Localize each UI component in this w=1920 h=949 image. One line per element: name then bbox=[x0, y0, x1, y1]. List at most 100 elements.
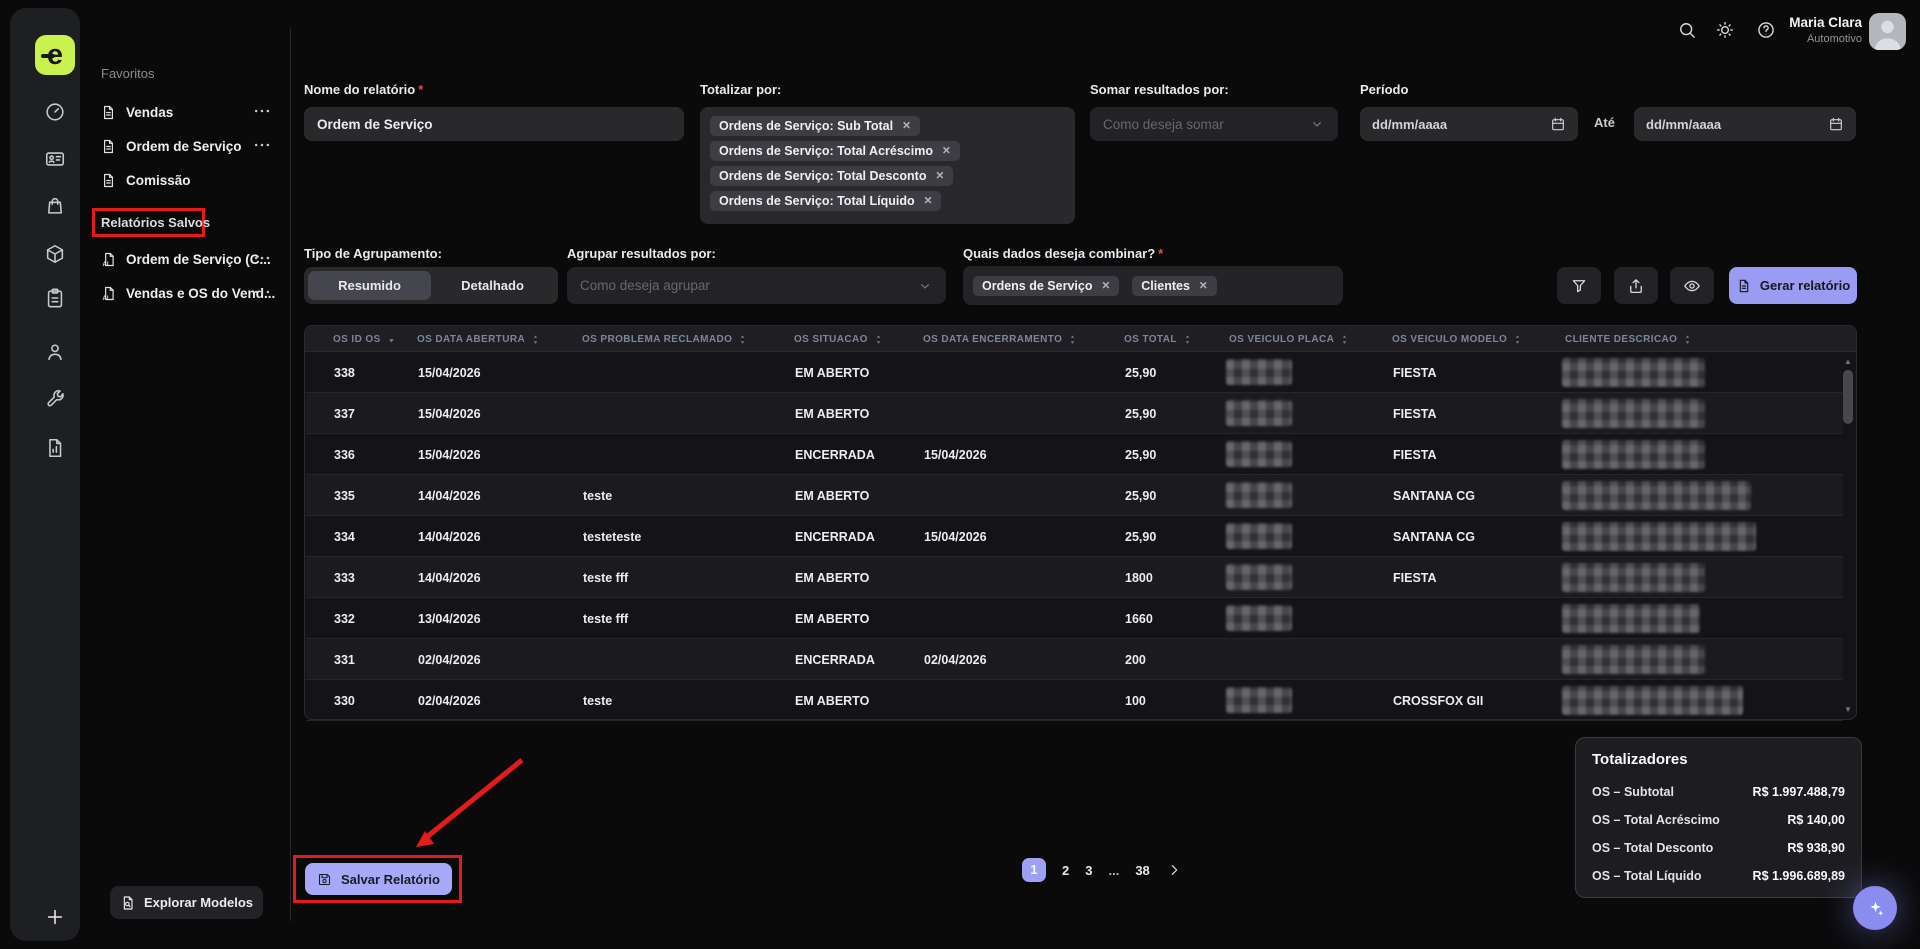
add-button[interactable] bbox=[44, 906, 66, 928]
pagination-ellipsis: ... bbox=[1108, 863, 1119, 878]
item-menu-button[interactable] bbox=[252, 135, 274, 157]
column-header[interactable]: OS TOTAL bbox=[1124, 326, 1194, 352]
column-header[interactable]: CLIENTE DESCRICAO bbox=[1565, 326, 1694, 352]
plus-icon bbox=[44, 906, 66, 928]
redacted-customer bbox=[1562, 481, 1751, 510]
column-header[interactable]: OS DATA ENCERRAMENTO bbox=[923, 326, 1079, 352]
remove-tag-icon[interactable]: ✕ bbox=[1199, 280, 1208, 292]
table-row[interactable]: 33314/04/2026teste fffEM ABERTO1800FIEST… bbox=[306, 557, 1843, 598]
export-button[interactable] bbox=[1614, 267, 1658, 304]
column-header-label: OS DATA ABERTURA bbox=[417, 334, 525, 345]
selected-option-tag[interactable]: Clientes✕ bbox=[1132, 276, 1216, 296]
item-menu-button[interactable] bbox=[252, 282, 274, 304]
combine-multiselect[interactable]: Ordens de Serviço✕ Clientes✕ bbox=[963, 266, 1343, 305]
table-cell: 335 bbox=[334, 475, 355, 516]
rail-nav-wrench[interactable] bbox=[44, 388, 66, 410]
redacted-customer bbox=[1562, 645, 1705, 674]
tag-label: Ordens de Serviço: Total Desconto bbox=[719, 169, 926, 183]
table-cell: FIESTA bbox=[1393, 393, 1437, 434]
calendar-icon[interactable] bbox=[1828, 116, 1844, 132]
sort-icon bbox=[1681, 333, 1694, 346]
period-from-input[interactable]: dd/mm/aaaa bbox=[1360, 107, 1578, 141]
explore-templates-button[interactable]: Explorar Modelos bbox=[110, 886, 263, 919]
column-header-label: OS VEICULO PLACA bbox=[1229, 334, 1334, 345]
scroll-down-icon[interactable]: ▼ bbox=[1843, 704, 1853, 716]
selected-option-tag[interactable]: Ordens de Serviço: Sub Total ✕ bbox=[710, 116, 920, 136]
totalize-multiselect[interactable]: Ordens de Serviço: Sub Total✕Ordens de S… bbox=[700, 107, 1075, 224]
avatar[interactable] bbox=[1869, 13, 1906, 50]
document-search-icon bbox=[120, 895, 136, 911]
selected-option-tag[interactable]: Ordens de Serviço: Total Líquido✕ bbox=[710, 191, 941, 211]
grouping-option-detailed[interactable]: Detalhado bbox=[431, 271, 554, 300]
document-icon bbox=[1736, 278, 1752, 294]
table-cell: teste fff bbox=[583, 598, 628, 639]
rail-nav-person[interactable] bbox=[44, 341, 66, 363]
pagination-page[interactable]: 1 bbox=[1022, 858, 1046, 882]
table-cell: 25,90 bbox=[1125, 434, 1156, 475]
remove-tag-icon[interactable]: ✕ bbox=[902, 120, 911, 132]
selected-option-tag[interactable]: Ordens de Serviço: Total Desconto ✕ bbox=[710, 166, 953, 186]
pagination-page[interactable]: 3 bbox=[1085, 863, 1092, 878]
generate-report-button[interactable]: Gerar relatório bbox=[1729, 267, 1857, 304]
filter-button[interactable] bbox=[1557, 267, 1601, 304]
rail-nav-gauge[interactable] bbox=[44, 101, 66, 123]
report-name-input[interactable]: Ordem de Serviço bbox=[304, 107, 684, 141]
tag-label: Ordens de Serviço: Sub Total bbox=[719, 119, 893, 133]
save-report-button[interactable]: Salvar Relatório bbox=[305, 863, 452, 895]
table-row[interactable]: 33815/04/2026EM ABERTO25,90FIESTA bbox=[306, 352, 1843, 393]
sidebar-report-item[interactable]: Comissão bbox=[100, 168, 280, 192]
item-menu-button[interactable] bbox=[252, 101, 274, 123]
column-header[interactable]: OS SITUACAO bbox=[794, 326, 885, 352]
table-row[interactable]: 33102/04/2026ENCERRADA02/04/2026200 bbox=[306, 639, 1843, 680]
table-cell: FIESTA bbox=[1393, 434, 1437, 475]
item-menu-button[interactable] bbox=[252, 248, 274, 270]
remove-tag-icon[interactable]: ✕ bbox=[1101, 280, 1110, 292]
period-to-input[interactable]: dd/mm/aaaa bbox=[1634, 107, 1856, 141]
pagination-page[interactable]: 38 bbox=[1135, 863, 1149, 878]
rail-nav-shopping-bag[interactable] bbox=[44, 195, 66, 217]
table-row[interactable]: 33514/04/2026testeEM ABERTO25,90SANTANA … bbox=[306, 475, 1843, 516]
table-row[interactable]: 33002/04/2026testeEM ABERTO100CROSSFOX G… bbox=[306, 680, 1843, 721]
selected-option-tag[interactable]: Ordens de Serviço: Total Acréscimo✕ bbox=[710, 141, 960, 161]
table-row[interactable]: 33213/04/2026teste fffEM ABERTO1660 bbox=[306, 598, 1843, 639]
table-row[interactable]: 33715/04/2026EM ABERTO25,90FIESTA bbox=[306, 393, 1843, 434]
grouping-toggle: Resumido Detalhado bbox=[304, 267, 558, 304]
document-icon bbox=[100, 172, 117, 189]
rail-nav-package-box[interactable] bbox=[44, 243, 66, 265]
preview-button[interactable] bbox=[1670, 267, 1714, 304]
app-logo[interactable]: e bbox=[35, 35, 75, 75]
table-cell: 334 bbox=[334, 516, 355, 557]
table-row[interactable]: 33615/04/2026ENCERRADA15/04/202625,90FIE… bbox=[306, 434, 1843, 475]
calendar-icon[interactable] bbox=[1550, 116, 1566, 132]
pagination-next-button[interactable] bbox=[1166, 862, 1182, 878]
sort-desc-icon bbox=[385, 333, 398, 346]
table-scrollbar[interactable] bbox=[1843, 370, 1853, 424]
assistant-fab[interactable] bbox=[1853, 886, 1897, 930]
column-header[interactable]: OS PROBLEMA RECLAMADO bbox=[582, 326, 749, 352]
remove-tag-icon[interactable]: ✕ bbox=[935, 170, 944, 182]
rail-nav-clipboard[interactable] bbox=[44, 287, 66, 309]
group-by-select[interactable]: Como deseja agrupar bbox=[567, 267, 946, 304]
totals-row: OS – SubtotalR$ 1.997.488,79 bbox=[1592, 778, 1845, 806]
scroll-up-icon[interactable]: ▲ bbox=[1843, 356, 1853, 368]
rail-nav-id-card[interactable] bbox=[44, 148, 66, 170]
table-cell: EM ABERTO bbox=[795, 598, 869, 639]
table-row[interactable]: 33414/04/2026testetesteENCERRADA15/04/20… bbox=[306, 516, 1843, 557]
sort-icon bbox=[1511, 333, 1524, 346]
remove-tag-icon[interactable]: ✕ bbox=[924, 195, 933, 207]
redacted-customer bbox=[1562, 440, 1705, 469]
table-cell: FIESTA bbox=[1393, 352, 1437, 393]
rail-nav-file-chart[interactable] bbox=[44, 437, 66, 459]
column-header[interactable]: OS DATA ABERTURA bbox=[417, 326, 542, 352]
pagination-page[interactable]: 2 bbox=[1062, 863, 1069, 878]
remove-tag-icon[interactable]: ✕ bbox=[942, 145, 951, 157]
sort-icon bbox=[1338, 333, 1351, 346]
sum-by-select[interactable]: Como deseja somar bbox=[1090, 107, 1338, 141]
column-header[interactable]: OS VEICULO MODELO bbox=[1392, 326, 1524, 352]
column-header[interactable]: OS VEICULO PLACA bbox=[1229, 326, 1351, 352]
column-header[interactable]: OS ID OS bbox=[333, 326, 398, 352]
selected-option-tag[interactable]: Ordens de Serviço✕ bbox=[973, 276, 1119, 296]
grouping-option-summary[interactable]: Resumido bbox=[308, 271, 431, 300]
report-name-value: Ordem de Serviço bbox=[317, 117, 433, 132]
user-role: Automotivo bbox=[1662, 33, 1862, 45]
